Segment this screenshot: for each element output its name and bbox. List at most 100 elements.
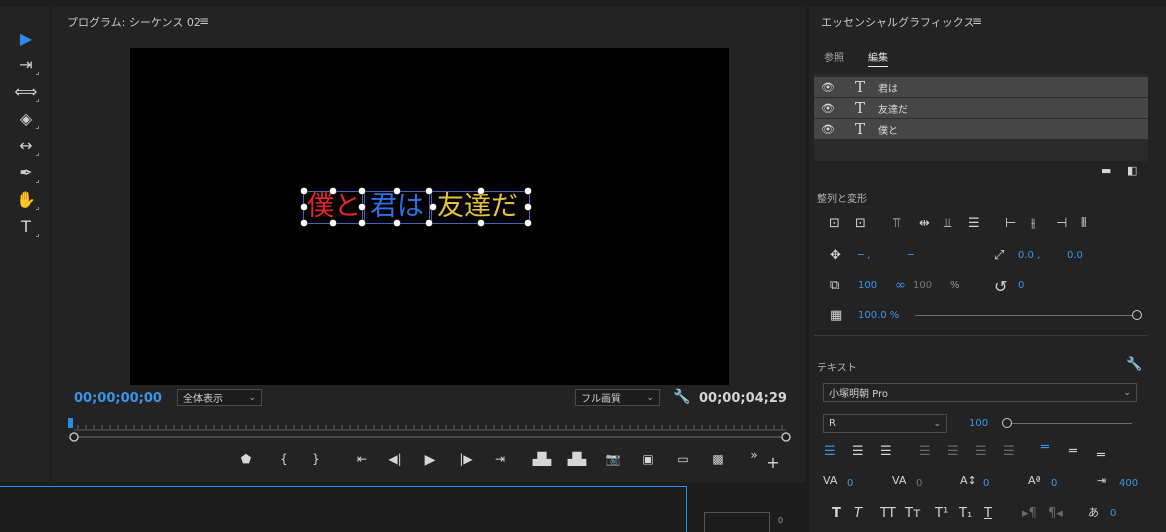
comparison-view-icon[interactable]: ▩ bbox=[706, 452, 730, 466]
lift-icon[interactable]: ▟▙ bbox=[530, 452, 554, 466]
align-center-icon[interactable]: ⫲ bbox=[1031, 216, 1035, 231]
selection-tool-icon[interactable]: ▶ bbox=[13, 27, 39, 49]
track-select-tool-icon[interactable]: ⇥ bbox=[13, 53, 39, 75]
go-to-in-icon[interactable]: ⇤ bbox=[350, 452, 374, 466]
font-style-dropdown[interactable]: R ⌄ bbox=[823, 414, 947, 433]
baseline-value[interactable]: 0 bbox=[1051, 478, 1057, 489]
add-marker-icon[interactable]: ⬟ bbox=[234, 452, 258, 466]
eye-icon[interactable]: 👁 bbox=[814, 123, 842, 136]
ltr-icon[interactable]: ▸¶ bbox=[1022, 506, 1037, 521]
eye-icon[interactable]: 👁 bbox=[814, 81, 842, 94]
step-back-icon[interactable]: ◀| bbox=[383, 452, 407, 466]
add-button-icon[interactable]: + bbox=[761, 453, 785, 472]
align-text-right-icon[interactable]: ☰ bbox=[880, 444, 892, 459]
opacity-slider-thumb[interactable] bbox=[1132, 310, 1142, 320]
razor-tool-icon[interactable]: ◈ bbox=[13, 107, 39, 129]
timeline-panel[interactable] bbox=[0, 486, 687, 532]
distribute-vertical-icon[interactable]: ☰ bbox=[968, 216, 980, 231]
overwrite-icon[interactable]: ▭ bbox=[671, 452, 695, 466]
quality-dropdown[interactable]: フル画質 ⌄ bbox=[575, 389, 660, 406]
align-center-text-vertical-icon[interactable]: ═ bbox=[1069, 444, 1077, 459]
type-tool-icon[interactable]: T bbox=[13, 215, 39, 237]
faux-italic-icon[interactable]: T bbox=[854, 506, 862, 521]
scale-icon: ⧉ bbox=[830, 278, 840, 293]
eye-icon[interactable]: 👁 bbox=[814, 102, 842, 115]
anchor-y[interactable]: 0.0 bbox=[1067, 250, 1083, 261]
insert-icon[interactable]: ▣ bbox=[636, 452, 660, 466]
faux-bold-icon[interactable]: T bbox=[832, 506, 841, 521]
play-icon[interactable]: ▶ bbox=[418, 452, 442, 468]
align-top-icon[interactable]: ⫪ bbox=[893, 216, 900, 231]
export-frame-icon[interactable]: 📷 bbox=[601, 452, 625, 466]
layer-name: 友達だ bbox=[878, 104, 908, 116]
justify-all-icon[interactable]: ☰ bbox=[1003, 444, 1015, 459]
opacity-value[interactable]: 100.0 % bbox=[858, 310, 899, 321]
position-x[interactable]: ─ , bbox=[858, 250, 870, 261]
align-right-icon[interactable]: ⊣ bbox=[1056, 216, 1067, 231]
playhead[interactable] bbox=[68, 418, 73, 428]
tab-edit[interactable]: 編集 bbox=[868, 49, 888, 67]
align-vertical-center-icon[interactable]: ⊡ bbox=[829, 216, 840, 231]
new-folder-icon[interactable]: ▬ bbox=[1101, 164, 1111, 177]
subscript-icon[interactable]: T₁ bbox=[959, 506, 972, 521]
justify-last-center-icon[interactable]: ☰ bbox=[947, 444, 959, 459]
program-menu-icon[interactable]: ≡ bbox=[199, 14, 209, 28]
font-size-slider-thumb[interactable] bbox=[1002, 418, 1012, 428]
align-bottom-icon[interactable]: ⫫ bbox=[944, 216, 951, 231]
align-horizontal-center-icon[interactable]: ⊡ bbox=[855, 216, 866, 231]
tab-width-value[interactable]: 400 bbox=[1119, 478, 1138, 489]
transform-handles[interactable] bbox=[296, 184, 536, 232]
mark-in-icon[interactable]: { bbox=[272, 452, 296, 466]
center-text-icon[interactable]: ☰ bbox=[852, 444, 864, 459]
link-icon[interactable]: ∞ bbox=[895, 278, 906, 293]
font-size-value[interactable]: 100 bbox=[969, 418, 988, 429]
layer-row[interactable]: 👁 T 僕と bbox=[814, 119, 1148, 139]
align-text-left-icon[interactable]: ☰ bbox=[824, 444, 836, 459]
new-layer-icon[interactable]: ◧ bbox=[1127, 164, 1137, 177]
zoom-dropdown[interactable]: 全体表示 ⌄ bbox=[177, 389, 262, 406]
step-forward-icon[interactable]: |▶ bbox=[454, 452, 478, 466]
mark-out-icon[interactable]: } bbox=[304, 452, 328, 466]
percent-label: % bbox=[950, 280, 960, 291]
superscript-icon[interactable]: T¹ bbox=[935, 506, 948, 521]
font-size-slider-track[interactable] bbox=[1010, 423, 1132, 424]
wrench-icon[interactable]: 🔧 bbox=[1126, 357, 1142, 372]
distribute-horizontal-icon[interactable]: ⫴ bbox=[1081, 216, 1086, 231]
go-to-out-icon[interactable]: ⇥ bbox=[488, 452, 512, 466]
align-bottom-text-icon[interactable]: ═ bbox=[1097, 448, 1105, 463]
position-y[interactable]: ─ bbox=[908, 250, 914, 261]
all-caps-icon[interactable]: TT bbox=[880, 506, 896, 521]
align-top-text-icon[interactable]: ═ bbox=[1041, 440, 1049, 455]
kerning-value[interactable]: 0 bbox=[847, 478, 853, 489]
layer-row[interactable]: 👁 T 君は bbox=[814, 77, 1148, 97]
rtl-icon[interactable]: ¶◂ bbox=[1048, 506, 1063, 521]
wrench-icon[interactable]: 🔧 bbox=[673, 389, 690, 405]
current-timecode[interactable]: 00;00;00;00 bbox=[74, 391, 162, 406]
rotation-value[interactable]: 0 bbox=[1018, 280, 1024, 291]
scale-value[interactable]: 100 bbox=[858, 280, 877, 291]
in-handle[interactable] bbox=[69, 432, 79, 442]
slip-tool-icon[interactable]: ↔ bbox=[13, 134, 39, 156]
out-handle[interactable] bbox=[781, 432, 791, 442]
small-caps-icon[interactable]: Tт bbox=[905, 506, 921, 521]
time-ruler[interactable] bbox=[68, 416, 792, 444]
pen-tool-icon[interactable]: ✒ bbox=[13, 161, 39, 183]
tab-browse[interactable]: 参照 bbox=[824, 49, 844, 64]
anchor-x[interactable]: 0.0 , bbox=[1018, 250, 1040, 261]
underline-icon[interactable]: T bbox=[984, 506, 992, 521]
ripple-edit-tool-icon[interactable]: ⟺ bbox=[13, 80, 39, 102]
extract-icon[interactable]: ▟▙ bbox=[565, 452, 589, 466]
chevron-down-icon: ⌄ bbox=[1123, 387, 1131, 398]
hand-tool-icon[interactable]: ✋ bbox=[13, 188, 39, 210]
tsume-value[interactable]: 0 bbox=[1110, 508, 1116, 519]
eg-menu-icon[interactable]: ≡ bbox=[972, 14, 982, 28]
justify-last-right-icon[interactable]: ☰ bbox=[975, 444, 987, 459]
align-middle-icon[interactable]: ⇹ bbox=[919, 216, 930, 231]
justify-last-left-icon[interactable]: ☰ bbox=[919, 444, 931, 459]
leading-value[interactable]: 0 bbox=[983, 478, 989, 489]
audio-meter bbox=[704, 512, 770, 532]
layer-row[interactable]: 👁 T 友達だ bbox=[814, 98, 1148, 118]
font-dropdown[interactable]: 小塚明朝 Pro ⌄ bbox=[823, 383, 1137, 402]
align-left-icon[interactable]: ⊢ bbox=[1005, 216, 1016, 231]
opacity-slider-track[interactable] bbox=[915, 315, 1133, 316]
